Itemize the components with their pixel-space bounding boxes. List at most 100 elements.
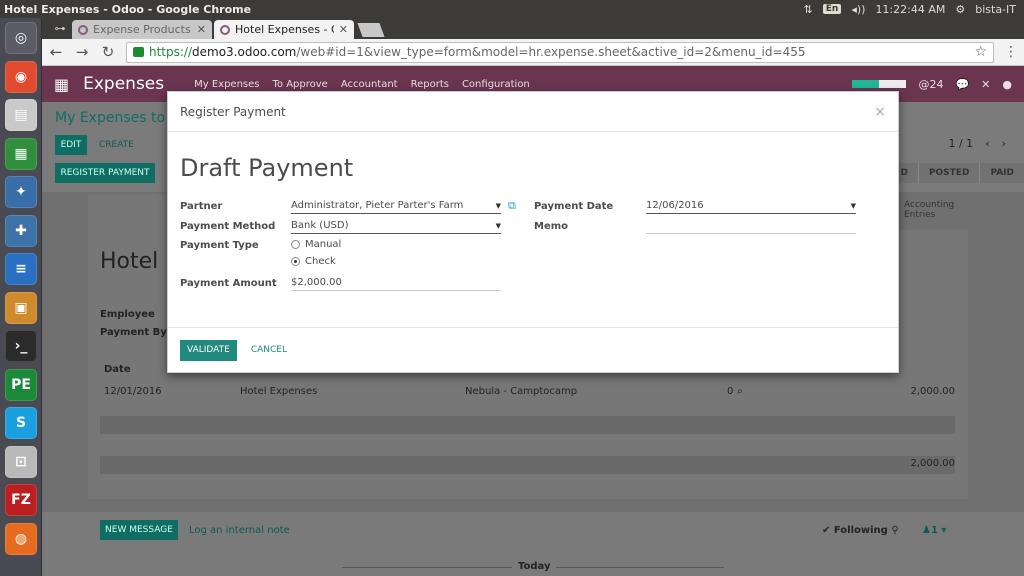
- radio-check[interactable]: Check: [291, 256, 336, 267]
- radio-button[interactable]: [291, 257, 300, 266]
- menu-item-reports[interactable]: Reports: [411, 79, 449, 90]
- messages-counter[interactable]: @24: [918, 78, 943, 91]
- debug-icon[interactable]: ✕: [981, 78, 990, 91]
- pager-previous-icon[interactable]: ‹: [985, 137, 989, 150]
- terminal-icon[interactable]: ›_: [5, 330, 37, 362]
- radio-manual[interactable]: Manual: [291, 239, 341, 250]
- network-icon[interactable]: ⇅: [804, 3, 813, 16]
- radio-button[interactable]: [291, 240, 300, 249]
- edit-button[interactable]: EDIT: [55, 135, 87, 155]
- user-avatar[interactable]: ●: [1002, 78, 1012, 91]
- store-icon[interactable]: ⊡: [5, 445, 37, 478]
- log-note-link[interactable]: Log an internal note: [189, 525, 290, 536]
- line-date: 12/01/2016: [104, 385, 162, 397]
- planner-progress-bar[interactable]: [852, 80, 907, 88]
- bookmark-star-icon[interactable]: ☆: [974, 44, 987, 60]
- reload-icon[interactable]: ↻: [100, 43, 116, 61]
- new-message-button[interactable]: NEW MESSAGE: [100, 520, 178, 540]
- pager: 1 / 1 ‹ ›: [948, 137, 1006, 150]
- menu-item-my-expenses[interactable]: My Expenses: [194, 79, 259, 90]
- pager-next-icon[interactable]: ›: [1002, 137, 1006, 150]
- skype-icon[interactable]: S: [5, 407, 37, 439]
- chevron-down-icon: ▾: [941, 525, 947, 536]
- close-icon[interactable]: ×: [874, 104, 886, 120]
- payment-amount-input[interactable]: $2,000.00: [291, 275, 501, 291]
- menu-item-accountant[interactable]: Accountant: [341, 79, 398, 90]
- payment-date-value: 12/06/2016: [646, 200, 704, 211]
- volume-icon[interactable]: ◂)): [851, 3, 865, 16]
- payment-method-label: Payment Method: [180, 221, 276, 232]
- register-payment-button[interactable]: REGISTER PAYMENT: [55, 163, 155, 183]
- back-arrow-icon[interactable]: ←: [48, 43, 64, 61]
- pycharm-icon[interactable]: PE: [5, 368, 37, 401]
- messages-count: 24: [929, 77, 944, 91]
- payment-date-input[interactable]: 12/06/2016 ▼: [646, 198, 856, 214]
- writer-icon[interactable]: ≡: [5, 253, 37, 285]
- close-tab-icon[interactable]: ✕: [339, 23, 348, 36]
- lock-icon: [133, 47, 144, 57]
- follower-icon: ⚲: [891, 525, 899, 536]
- form-title: Draft Payment: [180, 154, 354, 182]
- new-tab-button[interactable]: [357, 23, 385, 37]
- chrome-menu-icon[interactable]: ⋮: [1004, 44, 1018, 60]
- close-tab-icon[interactable]: ✕: [197, 23, 206, 36]
- payment-amount-value: $2,000.00: [291, 277, 342, 288]
- followers-count: 1: [930, 525, 938, 536]
- status-posted[interactable]: POSTED: [917, 163, 980, 183]
- incognito-icon: ⊶: [54, 22, 66, 35]
- forward-arrow-icon[interactable]: →: [74, 43, 90, 61]
- sheet-title: Hotel: [100, 249, 159, 274]
- os-top-panel: Hotel Expenses - Odoo - Google Chrome ⇅ …: [0, 0, 1024, 18]
- tab-strip: ⊶ Expense Products - ✕ Hotel Expenses - …: [42, 18, 1024, 39]
- impress-icon[interactable]: ▣: [5, 291, 37, 324]
- clock[interactable]: 11:22:44 AM: [875, 3, 945, 16]
- payment-method-select[interactable]: Bank (USD) ▼: [291, 218, 501, 234]
- menu-item-to-approve[interactable]: To Approve: [273, 79, 328, 90]
- caret-down-icon: ▼: [495, 201, 501, 210]
- line-total: 2,000.00: [910, 385, 955, 397]
- chatter: NEW MESSAGE Log an internal note ✔ Follo…: [42, 512, 1024, 576]
- browser-toolbar: ← → ↻ https://demo3.odoo.com/web#id=1&vi…: [42, 39, 1024, 66]
- dialog-title: Register Payment: [180, 104, 286, 119]
- postgresql-icon[interactable]: ✦: [5, 176, 37, 208]
- payment-date-label: Payment Date: [534, 201, 614, 212]
- create-button[interactable]: CREATE: [99, 140, 134, 150]
- partner-select[interactable]: Administrator, Pieter Parter's Farm ▼: [291, 198, 501, 214]
- browser-tab-hotel-expenses[interactable]: Hotel Expenses - Od ✕: [214, 20, 354, 39]
- chat-icon[interactable]: 💬: [955, 78, 969, 91]
- external-link-icon[interactable]: ⧉: [508, 199, 516, 213]
- paperclip-icon[interactable]: ⌕: [737, 386, 757, 397]
- settings-gear-icon[interactable]: ⚙: [955, 3, 965, 16]
- app-name[interactable]: Expenses: [83, 74, 164, 94]
- table-row[interactable]: 12/01/2016 Hotel Expenses Nebula - Campt…: [100, 380, 955, 402]
- cancel-button[interactable]: CANCEL: [247, 345, 291, 355]
- memo-label: Memo: [534, 221, 569, 232]
- chrome-icon[interactable]: ◉: [5, 60, 37, 93]
- menu-item-configuration[interactable]: Configuration: [462, 79, 530, 90]
- firefox-icon[interactable]: ◍: [5, 522, 37, 555]
- partner-label: Partner: [180, 201, 223, 212]
- register-payment-dialog: Register Payment × Draft Payment Partner…: [167, 91, 899, 373]
- tab-label: Expense Products -: [93, 23, 192, 36]
- keyboard-layout-indicator[interactable]: En: [822, 4, 842, 14]
- following-button[interactable]: ✔ Following ⚲: [822, 525, 899, 536]
- validate-button[interactable]: VALIDATE: [180, 339, 237, 361]
- user-name[interactable]: bista-IT: [975, 3, 1016, 16]
- files-icon[interactable]: ▤: [5, 99, 37, 131]
- dialog-footer: VALIDATE CANCEL: [168, 328, 898, 372]
- accounting-entries-smart-button[interactable]: Accounting Entries: [898, 194, 968, 230]
- panel-indicators: ⇅ En ◂)) 11:22:44 AM ⚙ bista-IT: [804, 3, 1024, 16]
- main-menu: My Expenses To Approve Accountant Reports Co…: [194, 79, 530, 90]
- payment-type-label: Payment Type: [180, 240, 259, 251]
- status-paid[interactable]: PAID: [979, 163, 1024, 183]
- spreadsheet-icon[interactable]: ▦: [5, 137, 37, 170]
- memo-input[interactable]: [646, 218, 856, 234]
- followers-dropdown[interactable]: ♟1 ▾: [922, 525, 946, 536]
- apps-grid-icon[interactable]: ▦: [54, 75, 69, 94]
- filezilla-icon[interactable]: FZ: [5, 484, 37, 516]
- python-icon[interactable]: ✚: [5, 214, 37, 247]
- browser-tab-expense-products[interactable]: Expense Products - ✕: [72, 20, 212, 39]
- ubuntu-dash-icon[interactable]: ◎: [5, 22, 37, 54]
- person-icon: ♟: [922, 525, 931, 536]
- address-bar[interactable]: https://demo3.odoo.com/web#id=1&view_typ…: [126, 41, 994, 63]
